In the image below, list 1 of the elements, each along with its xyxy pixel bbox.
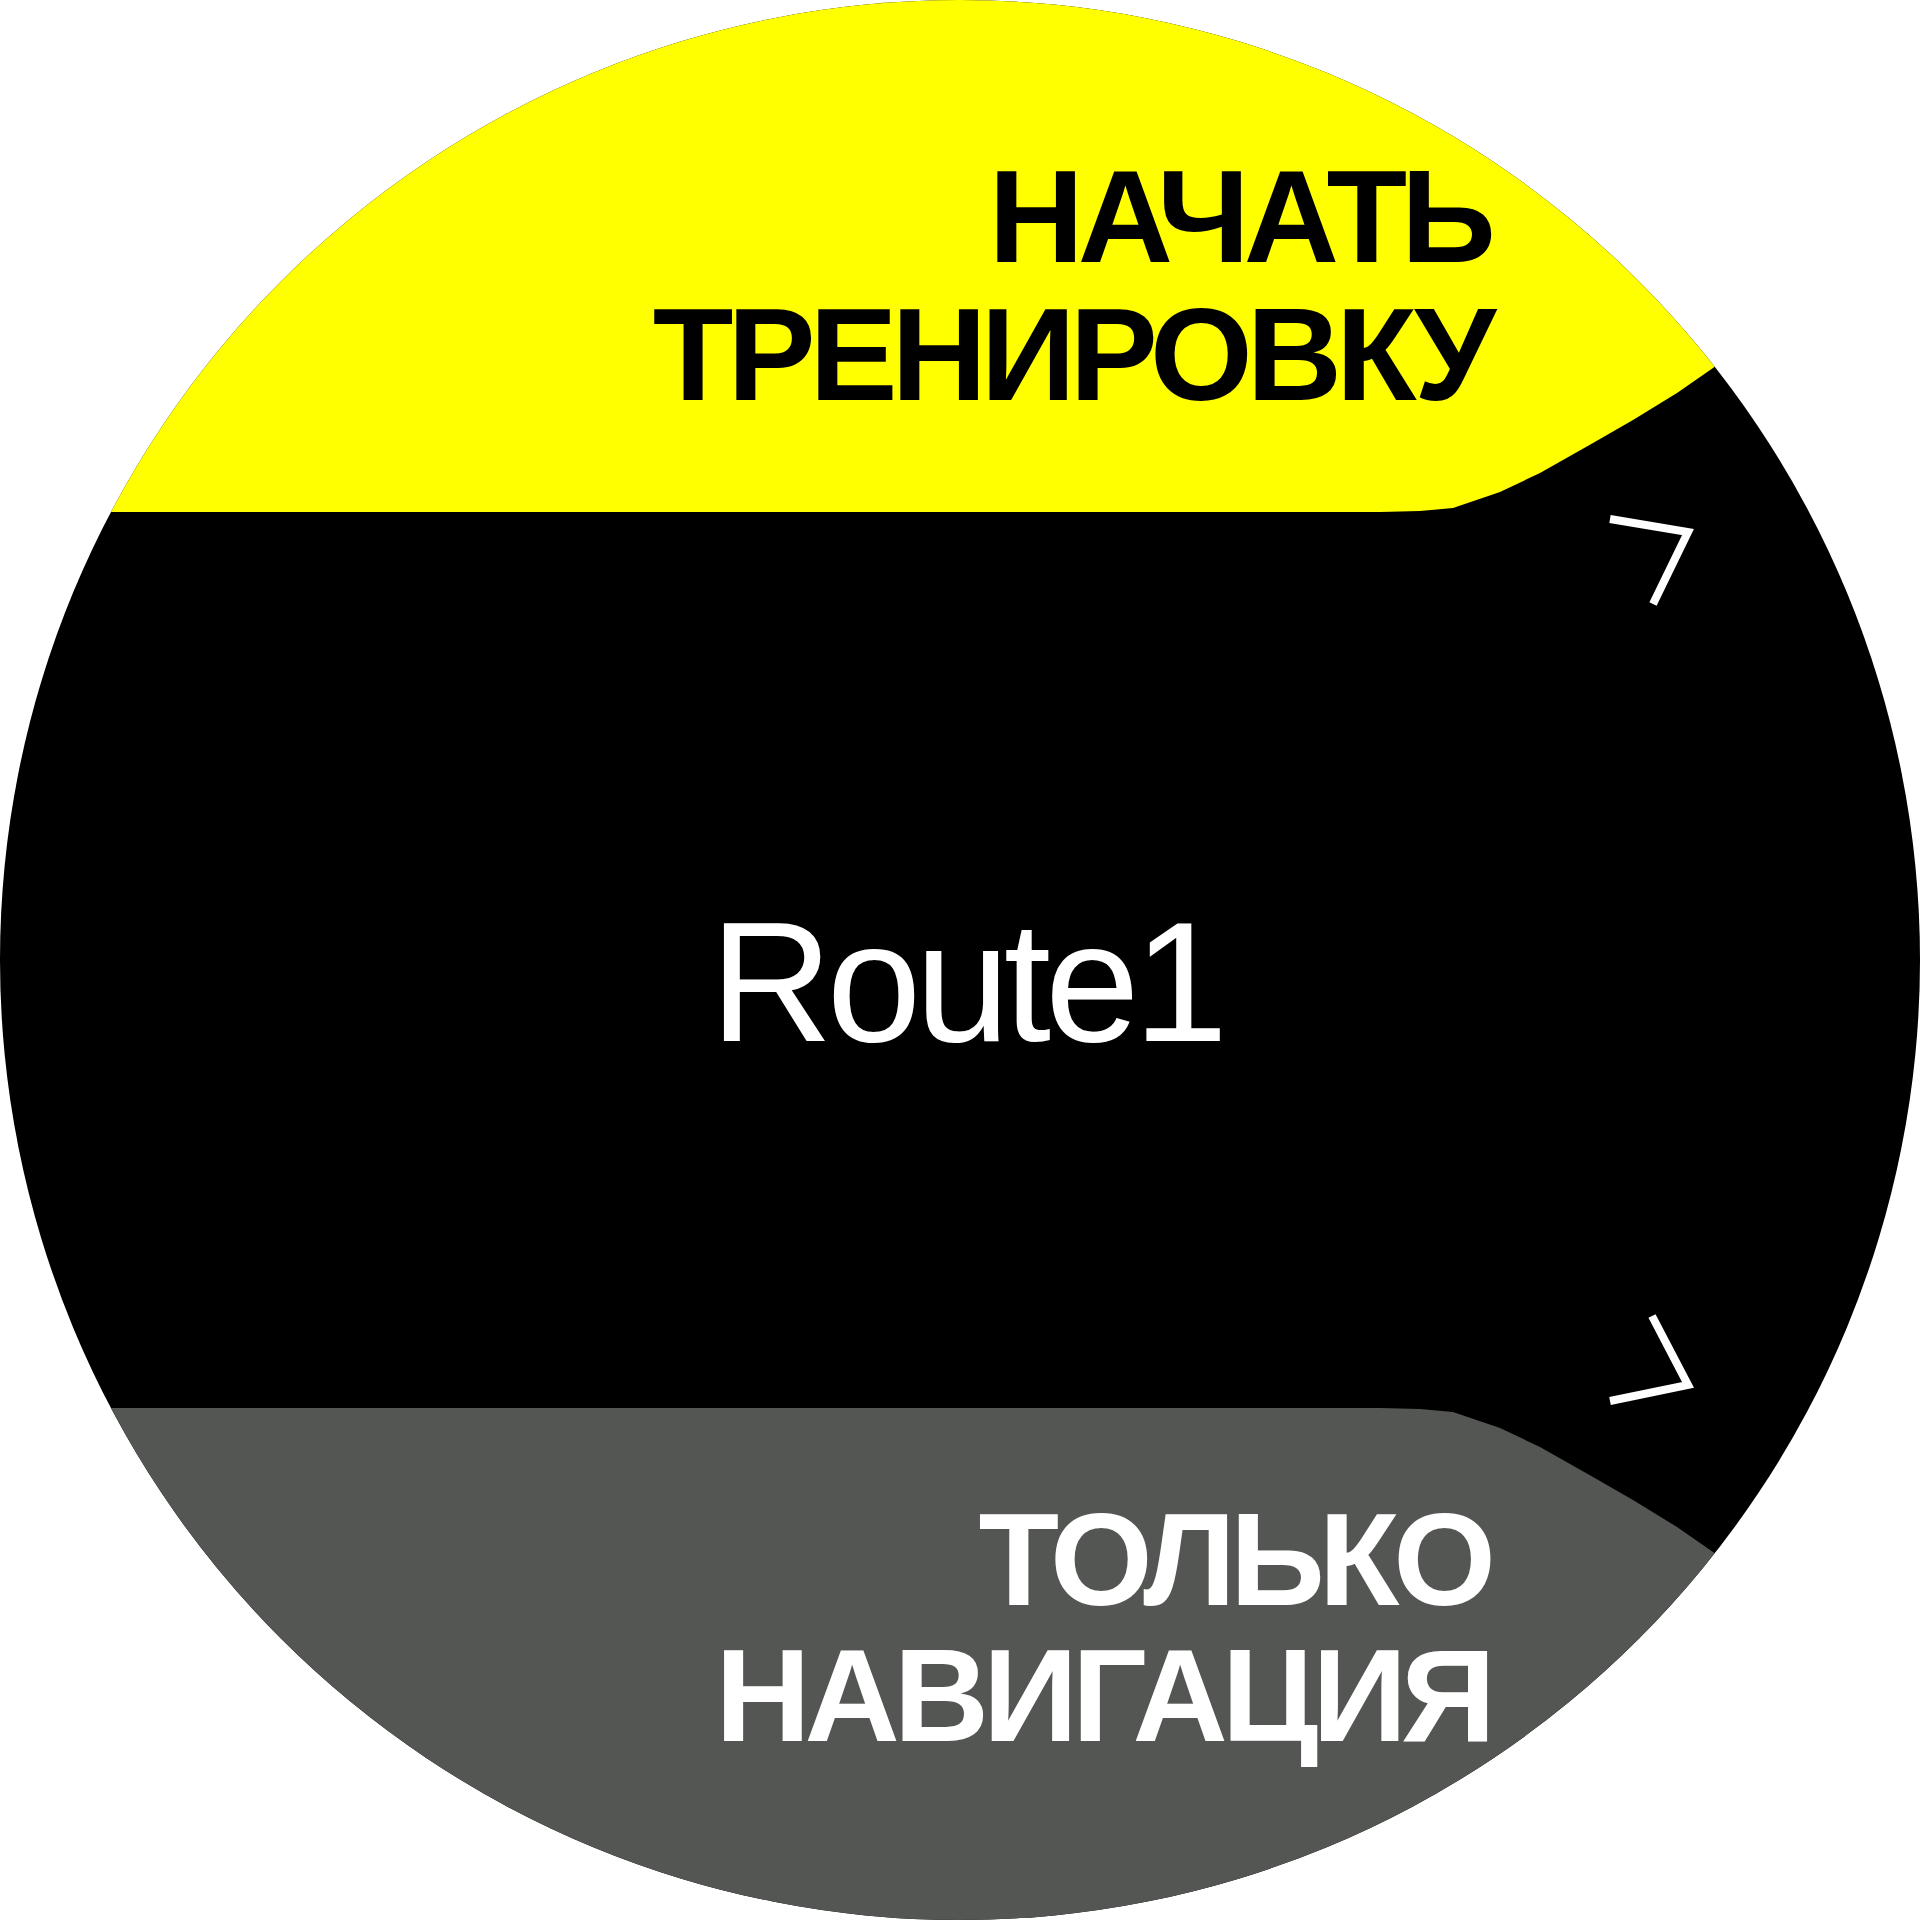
route-name: Route1: [709, 897, 1223, 1067]
